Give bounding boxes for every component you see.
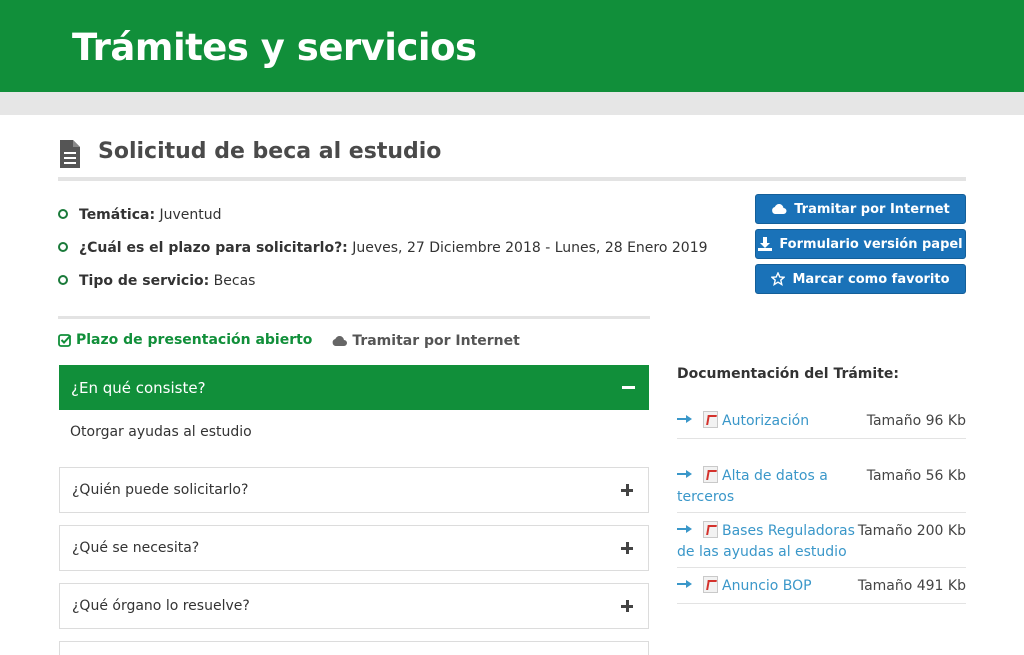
doc-row-autorizacion: Autorización Tamaño 96 Kb (677, 411, 966, 439)
button-label: Tramitar por Internet (794, 201, 950, 217)
doc-size: Tamaño 96 Kb (866, 413, 966, 429)
minus-icon[interactable] (622, 386, 635, 389)
accordion-title: ¿Qué órgano lo resuelve? (72, 598, 250, 614)
doc-link[interactable]: Autorización (677, 411, 857, 432)
button-label: Formulario versión papel (779, 236, 963, 252)
pdf-icon (703, 576, 718, 593)
doc-size: Tamaño 56 Kb (866, 468, 966, 484)
formulario-papel-button[interactable]: Formulario versión papel (755, 229, 966, 259)
pdf-icon (703, 466, 718, 483)
circle-bullet-icon (58, 242, 68, 252)
pdf-icon (703, 411, 718, 428)
doc-name[interactable]: Autorización (722, 413, 809, 429)
accordion-title: ¿Qué se necesita? (72, 540, 200, 556)
checkbox-checked-icon (58, 334, 72, 347)
doc-row-anuncio-bop: Anuncio BOP Tamaño 491 Kb (677, 576, 966, 604)
download-icon (758, 237, 773, 251)
accordion-en-que-consiste[interactable]: ¿En qué consiste? (59, 365, 649, 410)
doc-link[interactable]: Bases Reguladoras de las ayudas al estud… (677, 521, 862, 563)
info-label: Tipo de servicio: (79, 273, 210, 289)
info-value: Jueves, 27 Diciembre 2018 - Lunes, 28 En… (347, 240, 708, 256)
accordion-next-item[interactable] (59, 641, 649, 655)
doc-row-bases-reguladoras: Bases Reguladoras de las ayudas al estud… (677, 521, 966, 568)
accordion-title: ¿En qué consiste? (71, 378, 206, 397)
site-header: Trámites y servicios (0, 0, 1024, 92)
star-icon (771, 272, 786, 286)
accordion-quien-puede[interactable]: ¿Quién puede solicitarlo? (59, 467, 649, 513)
circle-bullet-icon (58, 209, 68, 219)
cloud-icon (332, 336, 348, 346)
arrow-right-icon (677, 414, 693, 424)
arrow-right-icon (677, 524, 693, 534)
accordion-title: ¿Quién puede solicitarlo? (72, 482, 249, 498)
info-item-plazo: ¿Cuál es el plazo para solicitarlo?: Jue… (58, 240, 708, 256)
plus-icon[interactable] (621, 484, 633, 496)
doc-size: Tamaño 200 Kb (857, 523, 966, 539)
page-title: Solicitud de beca al estudio (98, 139, 442, 164)
cloud-icon (771, 203, 787, 215)
status-row: Plazo de presentación abierto Tramitar p… (58, 332, 520, 351)
plus-icon[interactable] (621, 542, 633, 554)
section-divider (58, 316, 650, 319)
accordion-que-se-necesita[interactable]: ¿Qué se necesita? (59, 525, 649, 571)
status-internet-label: Tramitar por Internet (352, 333, 520, 349)
pdf-icon (703, 521, 718, 538)
info-value: Juventud (155, 207, 222, 223)
status-tramitar-internet: Tramitar por Internet (331, 333, 520, 349)
document-icon (60, 140, 80, 168)
header-divider-band (0, 92, 1024, 115)
doc-link[interactable]: Alta de datos a terceros (677, 466, 837, 508)
info-value: Becas (209, 273, 256, 289)
doc-name[interactable]: Alta de datos a terceros (677, 468, 828, 505)
button-label: Marcar como favorito (792, 271, 950, 287)
status-plazo-abierto: Plazo de presentación abierto (58, 332, 312, 348)
accordion-body: Otorgar ayudas al estudio (70, 424, 252, 440)
tramitar-internet-button[interactable]: Tramitar por Internet (755, 194, 966, 224)
marcar-favorito-button[interactable]: Marcar como favorito (755, 264, 966, 294)
doc-size: Tamaño 491 Kb (857, 578, 966, 594)
circle-bullet-icon (58, 275, 68, 285)
doc-link[interactable]: Anuncio BOP (677, 576, 857, 597)
info-item-tipo: Tipo de servicio: Becas (58, 273, 255, 289)
info-item-tematica: Temática: Juventud (58, 207, 222, 223)
arrow-right-icon (677, 469, 693, 479)
status-open-label: Plazo de presentación abierto (76, 332, 313, 348)
documentation-heading: Documentación del Trámite: (677, 366, 899, 382)
doc-name[interactable]: Anuncio BOP (722, 578, 812, 594)
info-label: ¿Cuál es el plazo para solicitarlo?: (79, 240, 348, 256)
title-divider (58, 177, 966, 181)
accordion-que-organo[interactable]: ¿Qué órgano lo resuelve? (59, 583, 649, 629)
plus-icon[interactable] (621, 600, 633, 612)
arrow-right-icon (677, 579, 693, 589)
site-title: Trámites y servicios (72, 26, 477, 69)
doc-row-alta-datos: Alta de datos a terceros Tamaño 56 Kb (677, 466, 966, 513)
info-label: Temática: (79, 207, 156, 223)
